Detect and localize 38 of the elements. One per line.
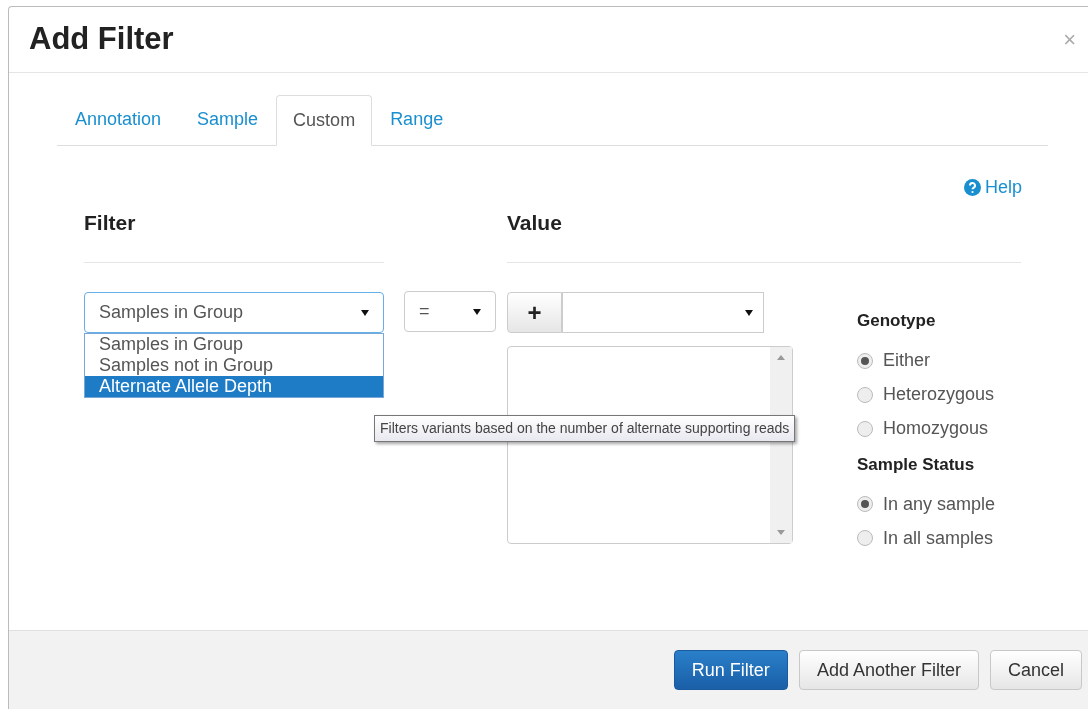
radio-button[interactable] <box>857 352 873 369</box>
filter-heading: Filter <box>84 210 137 236</box>
radio-button[interactable] <box>857 386 873 403</box>
dialog-title: Add Filter <box>29 20 174 59</box>
radio-label: In all samples <box>883 526 994 550</box>
caret-icon <box>473 308 481 315</box>
footer-button[interactable]: Add Another Filter <box>798 650 979 690</box>
scroll-up-icon <box>777 355 785 360</box>
group-title: Genotype <box>857 310 937 332</box>
select-value: Samples in Group <box>99 301 244 324</box>
caret-icon <box>361 309 369 316</box>
dropdown-option[interactable]: Samples not in Group <box>85 355 383 376</box>
radio-label: In any sample <box>883 492 996 516</box>
tab[interactable]: Custom <box>276 95 373 146</box>
dropdown-option[interactable]: Alternate Allele Depth <box>85 376 383 397</box>
radio-button[interactable] <box>857 420 873 437</box>
filter-select[interactable]: Samples in Group <box>84 292 384 333</box>
dropdown-option[interactable]: Samples in Group <box>85 334 383 355</box>
select-value: = <box>419 300 430 323</box>
radio-button[interactable] <box>857 530 873 546</box>
tooltip: Filters variants based on the number of alternate supporting reads <box>374 415 796 442</box>
footer-button[interactable]: Run Filter <box>673 650 788 690</box>
help-link[interactable]: Help <box>963 174 1022 201</box>
tab[interactable]: Sample <box>179 94 277 145</box>
radio-label: Either <box>883 349 931 372</box>
operator-select[interactable]: = <box>404 291 496 332</box>
caret-icon <box>745 309 753 316</box>
tab[interactable]: Annotation <box>57 94 180 145</box>
radio-button[interactable] <box>857 496 873 512</box>
scroll-down-icon <box>777 530 785 535</box>
help-icon <box>963 179 981 196</box>
group-title: Sample Status <box>857 453 976 476</box>
tab[interactable]: Range <box>372 94 462 145</box>
value-heading: Value <box>507 210 563 236</box>
add-button[interactable]: + <box>507 292 562 333</box>
radio-label: Heterozygous <box>883 383 995 406</box>
footer-button[interactable]: Cancel <box>989 650 1082 690</box>
radio-label: Homozygous <box>883 417 989 440</box>
